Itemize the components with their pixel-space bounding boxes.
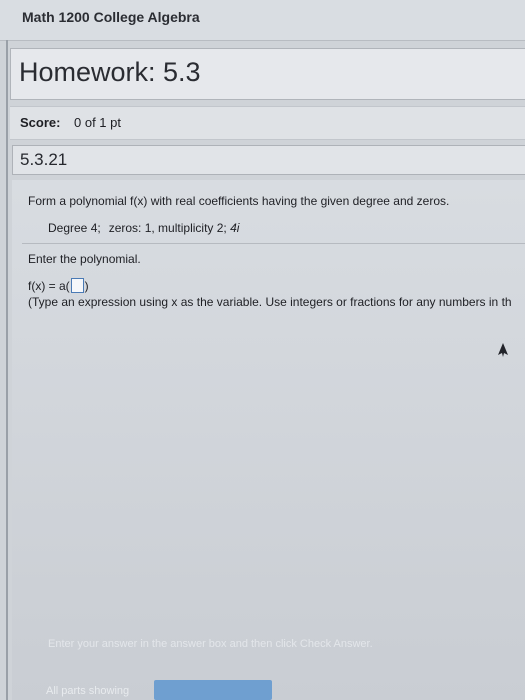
homework-header: Homework: 5.3 (10, 48, 525, 100)
homework-title: Homework: 5.3 (19, 57, 201, 87)
score-value: 0 of 1 pt (74, 115, 121, 130)
instruction-text: Enter the polynomial. (28, 252, 141, 266)
complex-zero: 4i (230, 221, 240, 235)
given-data: Degree 4; zeros: 1, multiplicity 2; 4i (48, 221, 239, 235)
zeros-text: zeros: 1, multiplicity 2; (108, 221, 227, 235)
check-answer-button[interactable] (154, 680, 272, 700)
answer-prefix: f(x) = a( (28, 279, 70, 293)
degree-text: Degree 4; (48, 221, 101, 235)
footer-instruction: Enter your answer in the answer box and … (48, 638, 373, 650)
parts-showing: All parts showing (46, 685, 130, 697)
divider (22, 243, 525, 244)
course-header: Math 1200 College Algebra (0, 0, 525, 41)
answer-suffix: ) (84, 279, 89, 293)
question-number-box: 5.3.21 (12, 145, 525, 175)
answer-hint: (Type an expression using x as the varia… (28, 295, 512, 309)
score-label: Score: (20, 115, 61, 130)
question-prompt: Form a polynomial f(x) with real coeffic… (28, 194, 450, 208)
answer-input[interactable] (70, 278, 84, 293)
answer-row: f(x) = a() (28, 278, 89, 293)
left-divider (6, 40, 8, 700)
course-title: Math 1200 College Algebra (22, 9, 200, 25)
score-bar: Score: 0 of 1 pt (10, 106, 525, 140)
question-number: 5.3.21 (20, 150, 68, 169)
mouse-pointer-icon (498, 343, 508, 357)
question-panel: Form a polynomial f(x) with real coeffic… (12, 180, 525, 700)
